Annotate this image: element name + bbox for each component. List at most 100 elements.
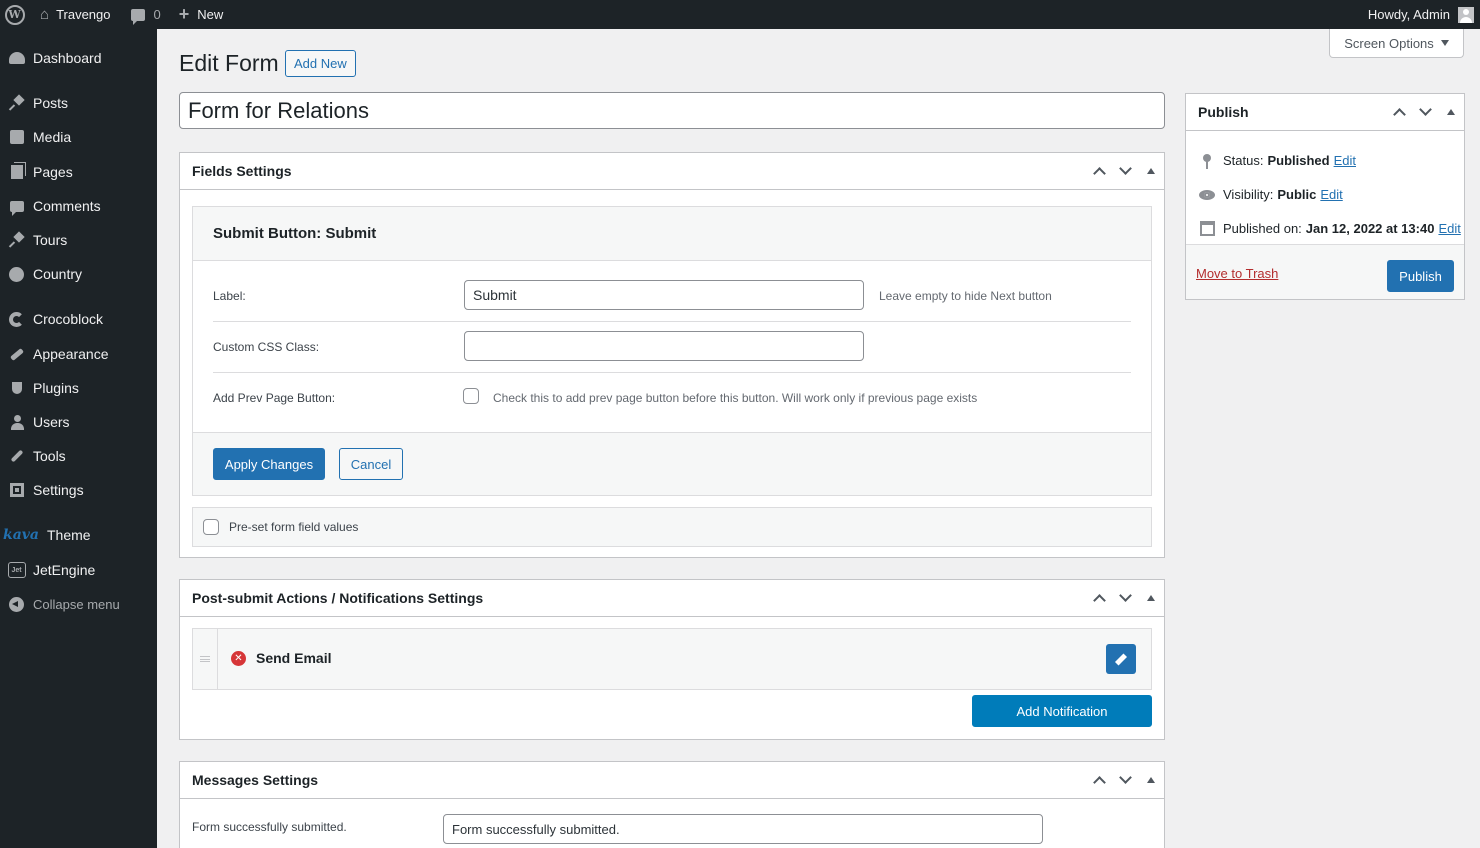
comments-link[interactable]: 0 (130, 0, 161, 29)
sidebar-item-comments[interactable]: Comments (0, 189, 157, 223)
form-title-input[interactable]: Form for Relations (179, 92, 1165, 129)
sidebar-item-tours[interactable]: Tours (0, 223, 157, 257)
chevron-down-icon (1118, 771, 1132, 784)
account-menu[interactable]: Howdy, Admin (1368, 0, 1474, 29)
collapse-menu-button[interactable]: Collapse menu (0, 587, 157, 621)
prev-page-hint: Check this to add prev page button befor… (493, 391, 978, 405)
postbox-header: Post-submit Actions / Notifications Sett… (180, 580, 1164, 617)
toggle-panel-button[interactable] (1138, 580, 1164, 617)
chevron-up-icon (1092, 776, 1106, 789)
field-editor-footer: Apply Changes Cancel (193, 432, 1151, 495)
notification-title: Send Email (256, 650, 332, 666)
sidebar-item-appearance[interactable]: Appearance (0, 337, 157, 371)
edit-notification-button[interactable] (1106, 644, 1136, 674)
page-title: Edit Form (179, 50, 279, 76)
plus-icon: + (178, 4, 190, 24)
pencil-icon (1116, 654, 1126, 664)
css-class-input[interactable] (464, 331, 864, 361)
published-date-value: Jan 12, 2022 at 13:40 (1305, 221, 1435, 236)
add-notification-button[interactable]: Add Notification (972, 695, 1152, 727)
field-editor: Submit Button: Submit Label: Submit Leav… (192, 206, 1152, 496)
edit-date-link[interactable]: Edit (1438, 221, 1460, 236)
publish-box: Publish Status: Published Edit Visibilit… (1185, 93, 1465, 300)
add-new-button[interactable]: Add New (285, 50, 356, 77)
move-down-button[interactable] (1112, 762, 1138, 799)
messages-box: Messages Settings Form successfully subm… (179, 761, 1165, 848)
edit-status-link[interactable]: Edit (1334, 153, 1356, 168)
sidebar-item-jetengine[interactable]: Jet JetEngine (0, 553, 157, 587)
cancel-button[interactable]: Cancel (339, 448, 403, 480)
sidebar-item-settings[interactable]: Settings (0, 473, 157, 507)
settings-icon (0, 483, 33, 497)
plug-icon (0, 382, 33, 394)
move-up-button[interactable] (1386, 94, 1412, 131)
home-icon: ⌂ (40, 6, 50, 23)
handle-actions (1086, 580, 1164, 617)
site-name-link[interactable]: ⌂ Travengo (40, 0, 111, 29)
handle-actions (1386, 94, 1464, 131)
move-down-button[interactable] (1112, 580, 1138, 617)
user-icon (0, 415, 33, 430)
new-content-link[interactable]: + New (179, 0, 224, 29)
brush-icon (0, 347, 33, 361)
move-up-button[interactable] (1086, 762, 1112, 799)
label-field-label: Label: (213, 289, 246, 303)
triangle-up-icon (1147, 168, 1155, 174)
toggle-panel-button[interactable] (1138, 153, 1164, 190)
prev-page-checkbox[interactable] (463, 388, 479, 404)
postbox-header: Publish (1186, 94, 1464, 131)
toggle-panel-button[interactable] (1438, 94, 1464, 131)
admin-bar: W ⌂ Travengo 0 + New Howdy, Admin (0, 0, 1480, 29)
pages-icon (0, 165, 33, 179)
comments-icon (0, 200, 33, 216)
pin-icon (1198, 153, 1216, 169)
field-editor-heading: Submit Button: Submit (193, 207, 1151, 261)
postbox-header: Fields Settings (180, 153, 1164, 190)
divider (213, 321, 1131, 322)
delete-notification-icon[interactable]: ✕ (231, 651, 246, 666)
preset-values-label: Pre-set form field values (229, 520, 359, 534)
move-up-button[interactable] (1086, 580, 1112, 617)
calendar-icon (1198, 221, 1216, 236)
pin-icon (0, 233, 33, 247)
move-up-button[interactable] (1086, 153, 1112, 190)
sidebar-item-tools[interactable]: Tools (0, 439, 157, 473)
drag-handle-icon[interactable] (193, 629, 218, 689)
chevron-up-icon (1092, 167, 1106, 180)
pin-icon (0, 96, 33, 110)
sidebar-item-dashboard[interactable]: Dashboard (0, 41, 157, 75)
label-input[interactable]: Submit (464, 280, 864, 310)
status-row: Status: Published Edit (1198, 153, 1356, 169)
fields-settings-box: Fields Settings Submit Button: Submit La… (179, 152, 1165, 558)
sidebar-item-crocoblock[interactable]: Crocoblock (0, 302, 157, 336)
publish-button[interactable]: Publish (1387, 260, 1454, 292)
triangle-up-icon (1447, 109, 1455, 115)
move-to-trash-link[interactable]: Move to Trash (1196, 266, 1278, 281)
chevron-up-icon (1092, 594, 1106, 607)
comment-bubble-icon (130, 8, 145, 25)
toggle-panel-button[interactable] (1138, 762, 1164, 799)
prev-page-label: Add Prev Page Button: (213, 391, 336, 405)
screen-options-button[interactable]: Screen Options (1329, 29, 1464, 58)
preset-values-checkbox[interactable] (203, 519, 219, 535)
sidebar-item-users[interactable]: Users (0, 405, 157, 439)
sidebar-item-pages[interactable]: Pages (0, 155, 157, 189)
move-down-button[interactable] (1412, 94, 1438, 131)
wordpress-logo-icon[interactable]: W (0, 0, 29, 29)
published-date-row: Published on: Jan 12, 2022 at 13:40 Edit (1198, 221, 1461, 236)
sidebar-item-posts[interactable]: Posts (0, 86, 157, 120)
sidebar-item-plugins[interactable]: Plugins (0, 371, 157, 405)
sidebar-item-theme[interactable]: kava Theme (0, 518, 157, 552)
move-down-button[interactable] (1112, 153, 1138, 190)
sidebar-item-media[interactable]: Media (0, 120, 157, 154)
triangle-up-icon (1147, 595, 1155, 601)
success-message-input[interactable]: Form successfully submitted. (443, 814, 1043, 844)
sidebar-item-country[interactable]: Country (0, 257, 157, 291)
edit-visibility-link[interactable]: Edit (1320, 187, 1342, 202)
handle-actions (1086, 153, 1164, 190)
apply-changes-button[interactable]: Apply Changes (213, 448, 325, 480)
success-message-label: Form successfully submitted. (192, 820, 347, 834)
chevron-up-icon (1392, 108, 1406, 121)
notifications-heading: Post-submit Actions / Notifications Sett… (192, 590, 484, 606)
status-value: Published (1267, 153, 1330, 168)
